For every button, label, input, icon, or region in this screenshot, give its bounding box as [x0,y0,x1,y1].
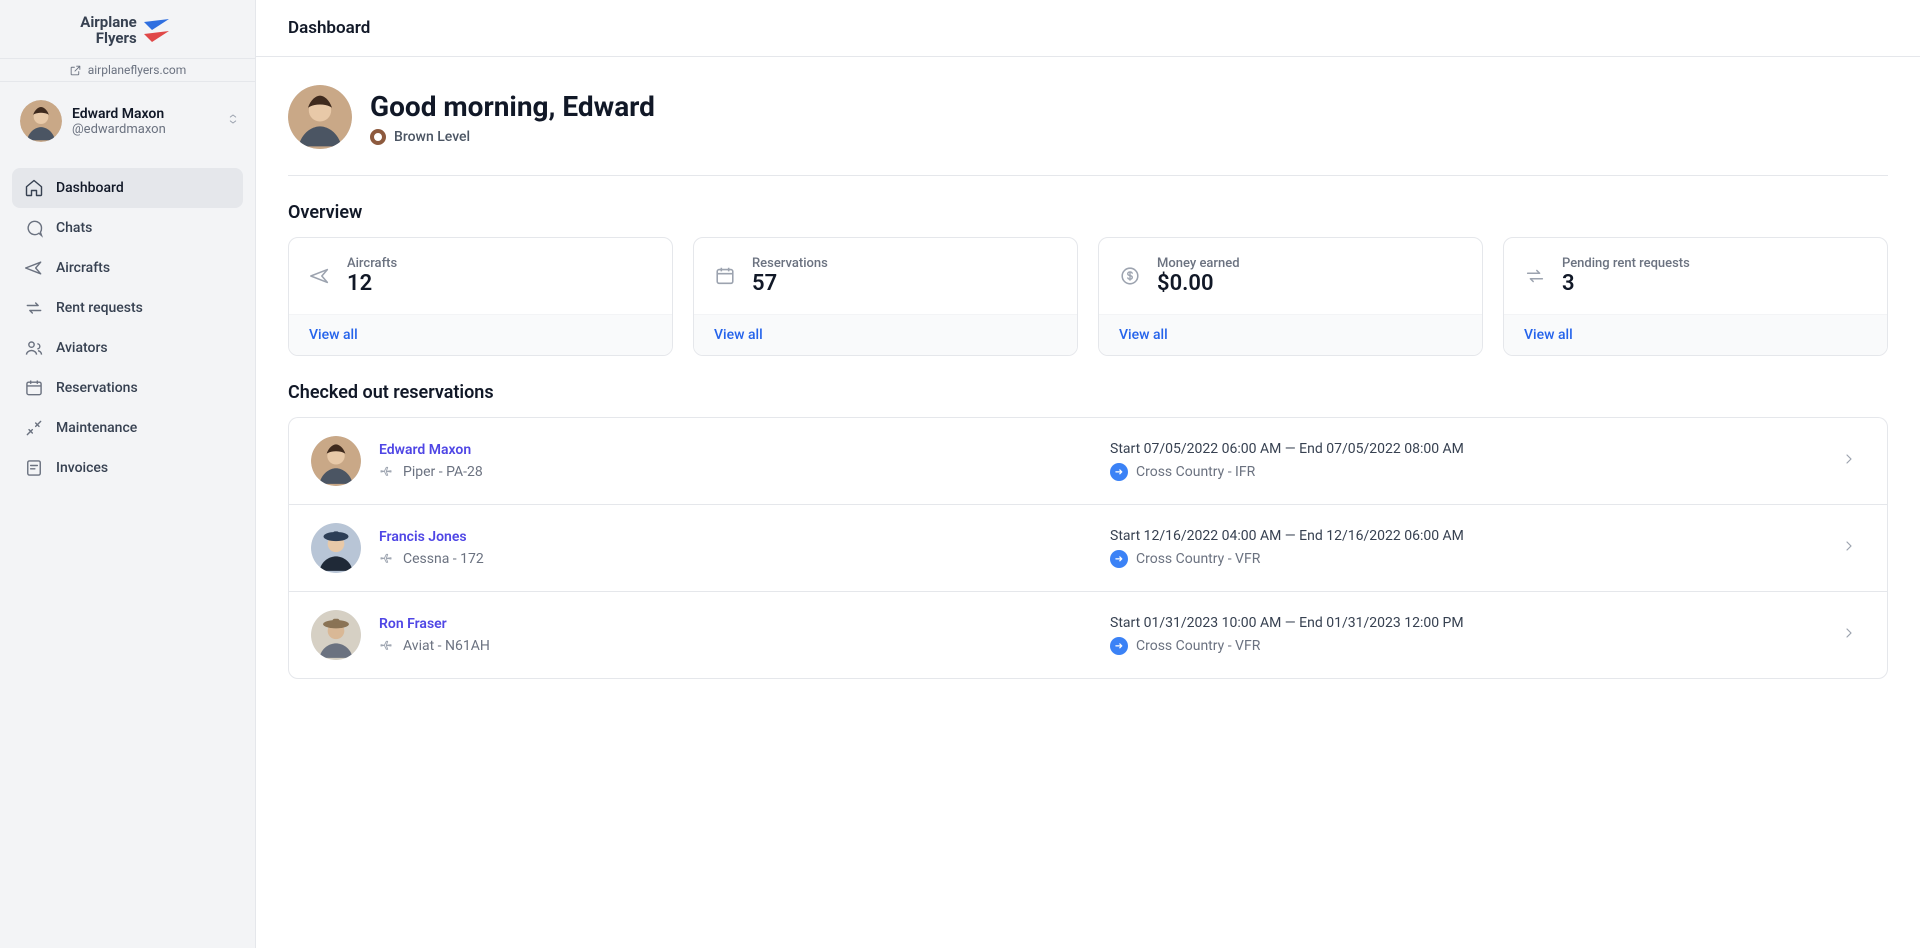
greeting-title: Good morning, Edward [370,90,655,123]
sidebar-item-maintenance[interactable]: Maintenance [12,408,243,448]
view-all-link[interactable]: View all [1119,327,1168,343]
reservation-aircraft: Piper - PA-28 [403,464,483,480]
stat-value: 3 [1562,271,1690,296]
plane-icon [24,258,44,278]
stat-card-pending: Pending rent requests3 View all [1503,237,1888,356]
stat-value: 57 [752,271,828,296]
reservation-row[interactable]: Francis Jones Cessna - 172 Start 12/16/202… [288,504,1888,591]
brand-line-2: Flyers [80,31,136,47]
flight-type-icon: ➜ [1110,637,1128,655]
stat-value: $0.00 [1157,271,1240,296]
calendar-icon [24,378,44,398]
reservations-title: Checked out reservations [288,382,1888,403]
swap-icon [24,298,44,318]
stat-label: Money earned [1157,256,1240,271]
reservation-name: Ron Fraser [379,616,1092,632]
sidebar-nav: Dashboard Chats Aircrafts Rent requests Avia… [0,160,255,496]
sidebar-item-dashboard[interactable]: Dashboard [12,168,243,208]
reservation-aircraft: Cessna - 172 [403,551,484,567]
site-link-text: airplaneflyers.com [88,63,187,77]
tools-icon [24,418,44,438]
flight-type-icon: ➜ [1110,550,1128,568]
sidebar-item-label: Maintenance [56,420,137,436]
main: Dashboard Good morning, Edward Brown Lev… [256,0,1920,948]
level-badge-icon [370,129,386,145]
reservation-avatar [311,436,361,486]
plane-icon [379,638,395,654]
chat-icon [24,218,44,238]
sidebar-item-label: Dashboard [56,180,124,196]
reservation-aircraft: Aviat - N61AH [403,638,490,654]
chevron-right-icon [1841,625,1865,645]
reservation-time: Start 01/31/2023 10:00 AM — End 01/31/20… [1110,615,1823,631]
home-icon [24,178,44,198]
sidebar-item-label: Chats [56,220,92,236]
site-link[interactable]: airplaneflyers.com [0,58,255,82]
reservation-type: Cross Country - VFR [1136,551,1260,567]
sidebar-avatar [20,100,62,142]
page-title: Dashboard [256,0,1920,57]
sidebar: Airplane Flyers airplaneflyers.com Edwar… [0,0,256,948]
plane-icon [309,265,331,287]
flight-type-icon: ➜ [1110,463,1128,481]
greeting-header: Good morning, Edward Brown Level [288,85,1888,176]
stat-value: 12 [347,271,397,296]
sidebar-item-label: Rent requests [56,300,143,316]
external-link-icon [69,64,82,77]
stat-label: Aircrafts [347,256,397,271]
sidebar-item-label: Invoices [56,460,108,476]
sidebar-item-invoices[interactable]: Invoices [12,448,243,488]
users-icon [24,338,44,358]
dollar-icon [1119,265,1141,287]
sidebar-user-name: Edward Maxon [72,106,166,122]
greeting-avatar [288,85,352,149]
swap-icon [1524,265,1546,287]
chevron-right-icon [1841,451,1865,471]
stat-card-money: Money earned$0.00 View all [1098,237,1483,356]
stat-card-reservations: Reservations57 View all [693,237,1078,356]
reservation-avatar [311,523,361,573]
sidebar-item-label: Aviators [56,340,108,356]
brand-logo-icon [141,14,175,48]
stat-label: Pending rent requests [1562,256,1690,271]
plane-icon [379,464,395,480]
reservation-time: Start 07/05/2022 06:00 AM — End 07/05/20… [1110,441,1823,457]
reservation-row[interactable]: Ron Fraser Aviat - N61AH Start 01/31/2023 … [288,591,1888,679]
stat-label: Reservations [752,256,828,271]
reservation-avatar [311,610,361,660]
reservation-row[interactable]: Edward Maxon Piper - PA-28 Start 07/05/202… [288,417,1888,504]
view-all-link[interactable]: View all [714,327,763,343]
reservation-name: Francis Jones [379,529,1092,545]
level-badge-label: Brown Level [394,129,470,145]
chevron-up-down-icon [225,111,241,131]
invoice-icon [24,458,44,478]
reservations-list: Edward Maxon Piper - PA-28 Start 07/05/202… [288,417,1888,679]
reservation-type: Cross Country - VFR [1136,638,1260,654]
brand-logo: Airplane Flyers [0,0,255,58]
sidebar-item-rent[interactable]: Rent requests [12,288,243,328]
calendar-icon [714,265,736,287]
reservation-type: Cross Country - IFR [1136,464,1255,480]
stats-grid: Aircrafts12 View all Reservations57 View al… [288,237,1888,356]
sidebar-item-label: Reservations [56,380,138,396]
sidebar-user-card[interactable]: Edward Maxon @edwardmaxon [0,82,255,160]
stat-card-aircrafts: Aircrafts12 View all [288,237,673,356]
overview-title: Overview [288,202,1888,223]
view-all-link[interactable]: View all [1524,327,1573,343]
sidebar-user-handle: @edwardmaxon [72,122,166,137]
sidebar-item-chats[interactable]: Chats [12,208,243,248]
chevron-right-icon [1841,538,1865,558]
sidebar-item-aircrafts[interactable]: Aircrafts [12,248,243,288]
reservation-time: Start 12/16/2022 04:00 AM — End 12/16/20… [1110,528,1823,544]
plane-icon [379,551,395,567]
sidebar-item-reservations[interactable]: Reservations [12,368,243,408]
sidebar-item-aviators[interactable]: Aviators [12,328,243,368]
sidebar-item-label: Aircrafts [56,260,110,276]
view-all-link[interactable]: View all [309,327,358,343]
reservation-name: Edward Maxon [379,442,1092,458]
